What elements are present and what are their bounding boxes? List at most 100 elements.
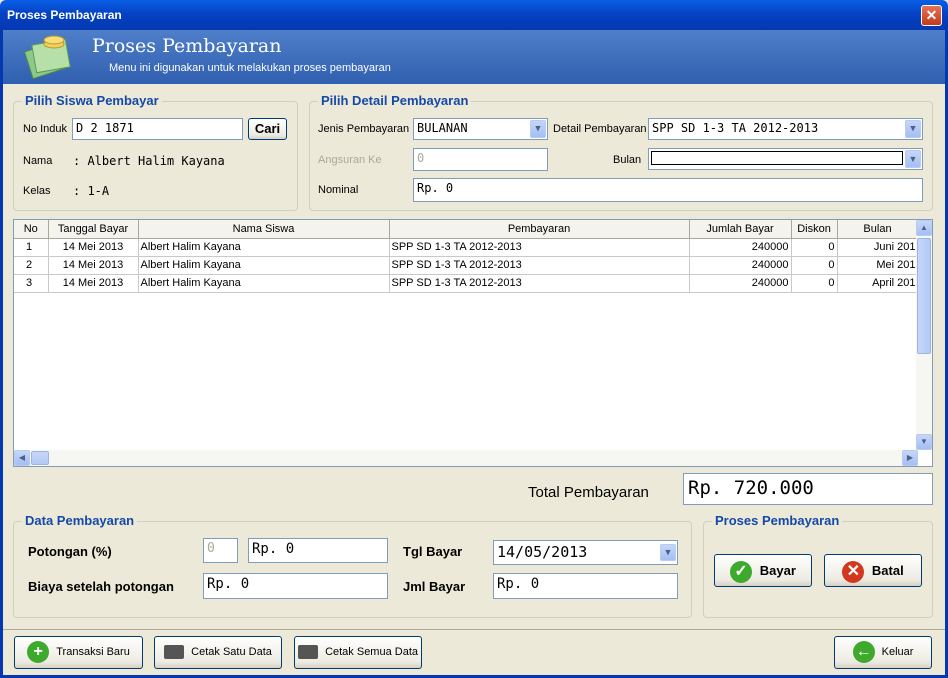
scroll-thumb[interactable] [917, 238, 931, 354]
column-header[interactable]: Pembayaran [389, 220, 690, 239]
cetak-satu-data-label: Cetak Satu Data [191, 646, 272, 658]
window-title: Proses Pembayaran [7, 8, 122, 22]
money-icon [24, 35, 71, 80]
table-cell: 14 Mei 2013 [48, 274, 139, 293]
nama-value: : Albert Halim Kayana [73, 154, 225, 168]
tgl-bayar-label: Tgl Bayar [403, 544, 463, 559]
bayar-button[interactable]: ✓ Bayar [714, 554, 812, 587]
keluar-button[interactable]: ← Keluar [834, 636, 932, 669]
nominal-input[interactable]: Rp. 0 [413, 178, 923, 202]
tgl-bayar-value: 14/05/2013 [497, 543, 588, 561]
jml-bayar-input[interactable]: Rp. 0 [493, 573, 678, 599]
bulan-value [651, 151, 903, 165]
total-pembayaran-label: Total Pembayaran [528, 484, 649, 501]
table-cell: 240000 [689, 274, 792, 293]
checkmark-icon: ✓ [730, 560, 753, 583]
banner-title: Proses Pembayaran [92, 35, 282, 57]
potongan-label: Potongan (%) [28, 544, 112, 559]
biaya-setelah-potongan-label: Biaya setelah potongan [28, 579, 174, 594]
printer-icon [164, 645, 185, 660]
chevron-down-icon[interactable]: ▼ [905, 120, 921, 138]
cari-button[interactable]: Cari [248, 118, 287, 140]
potongan-percent-input[interactable]: 0 [203, 538, 238, 563]
nominal-label: Nominal [318, 184, 359, 196]
table-cell: Albert Halim Kayana [138, 238, 390, 257]
detail-pembayaran-select[interactable]: SPP SD 1-3 TA 2012-2013 ▼ [648, 118, 923, 140]
printer-icon [298, 645, 318, 660]
jenis-pembayaran-select[interactable]: BULANAN ▼ [413, 118, 548, 140]
cancel-icon: ✕ [842, 560, 865, 583]
cetak-satu-data-button[interactable]: Cetak Satu Data [154, 636, 282, 669]
scroll-left-icon[interactable]: ◀ [14, 450, 30, 466]
vertical-scrollbar[interactable]: ▲ ▼ [916, 220, 932, 450]
table-cell: 3 [14, 274, 49, 293]
table-row[interactable]: 2 14 Mei 2013 Albert Halim Kayana SPP SD… [14, 256, 919, 275]
kelas-label: Kelas [23, 185, 51, 197]
angsuran-label: Angsuran Ke [318, 154, 382, 166]
table-cell: 0 [791, 274, 838, 293]
scroll-up-icon[interactable]: ▲ [916, 220, 932, 236]
detail-pembayaran-value: SPP SD 1-3 TA 2012-2013 [652, 121, 819, 135]
chevron-down-icon[interactable]: ▼ [660, 544, 676, 561]
kelas-value: : 1-A [73, 184, 110, 198]
table-row[interactable]: 3 14 Mei 2013 Albert Halim Kayana SPP SD… [14, 274, 919, 293]
cetak-semua-data-label: Cetak Semua Data [325, 646, 418, 658]
cetak-semua-data-button[interactable]: Cetak Semua Data [294, 636, 422, 669]
column-header[interactable]: No [14, 220, 49, 239]
title-bar [0, 0, 948, 30]
table-cell: Mei 201 [837, 256, 919, 275]
close-button[interactable]: ✕ [921, 5, 942, 26]
batal-button-label: Batal [871, 563, 904, 578]
table-cell: 0 [791, 238, 838, 257]
transaksi-baru-label: Transaksi Baru [56, 646, 130, 658]
scroll-thumb-horizontal[interactable] [31, 451, 49, 465]
table-cell: Albert Halim Kayana [138, 256, 390, 275]
angsuran-input[interactable]: 0 [413, 148, 548, 171]
scroll-right-icon[interactable]: ▶ [902, 450, 918, 466]
table-cell: Albert Halim Kayana [138, 274, 390, 293]
table-cell: 0 [791, 256, 838, 275]
nama-label: Nama [23, 155, 53, 167]
biaya-setelah-potongan-input[interactable]: Rp. 0 [203, 573, 388, 599]
legend-pilih-detail: Pilih Detail Pembayaran [318, 93, 472, 108]
jenis-pembayaran-value: BULANAN [417, 121, 468, 135]
jml-bayar-label: Jml Bayar [403, 579, 466, 594]
total-pembayaran-value: Rp. 720.000 [683, 473, 933, 505]
table-cell: 1 [14, 238, 49, 257]
group-data-pembayaran [13, 521, 692, 618]
table-cell: 14 Mei 2013 [48, 256, 139, 275]
column-header[interactable]: Tanggal Bayar [48, 220, 139, 239]
table-row[interactable]: 1 14 Mei 2013 Albert Halim Kayana SPP SD… [14, 238, 919, 257]
batal-button[interactable]: ✕ Batal [824, 554, 922, 587]
transaksi-baru-button[interactable]: + Transaksi Baru [14, 636, 143, 669]
detail-pembayaran-label: Detail Pembayaran [553, 123, 647, 135]
legend-pilih-siswa: Pilih Siswa Pembayar [22, 93, 162, 108]
banner-subtitle: Menu ini digunakan untuk melakukan prose… [109, 62, 391, 74]
chevron-down-icon[interactable]: ▼ [530, 120, 546, 138]
column-header[interactable]: Jumlah Bayar [689, 220, 792, 239]
keluar-label: Keluar [881, 646, 914, 658]
scroll-down-icon[interactable]: ▼ [916, 434, 932, 450]
column-header[interactable]: Nama Siswa [138, 220, 390, 239]
chevron-down-icon[interactable]: ▼ [905, 150, 921, 168]
payment-table: No Tanggal Bayar Nama Siswa Pembayaran J… [13, 219, 933, 467]
legend-proses-pembayaran: Proses Pembayaran [712, 513, 843, 528]
table-cell: SPP SD 1-3 TA 2012-2013 [389, 274, 690, 293]
column-header[interactable]: Diskon [791, 220, 838, 239]
table-cell: 240000 [689, 256, 792, 275]
plus-icon: + [27, 641, 50, 664]
bulan-label: Bulan [613, 154, 642, 166]
tgl-bayar-picker[interactable]: 14/05/2013 ▼ [493, 540, 678, 565]
potongan-value-input[interactable]: Rp. 0 [248, 538, 388, 563]
no-induk-label: No Induk [23, 123, 68, 135]
bayar-button-label: Bayar [759, 563, 796, 578]
table-cell: 240000 [689, 238, 792, 257]
horizontal-scrollbar[interactable]: ◀ ▶ [14, 450, 918, 466]
table-cell: SPP SD 1-3 TA 2012-2013 [389, 238, 690, 257]
table-cell: April 201 [837, 274, 919, 293]
no-induk-input[interactable]: D 2 1871 [72, 118, 243, 140]
table-cell: Juni 201 [837, 238, 919, 257]
bulan-select[interactable]: ▼ [648, 148, 923, 170]
legend-data-pembayaran: Data Pembayaran [22, 513, 138, 528]
column-header[interactable]: Bulan [837, 220, 919, 239]
